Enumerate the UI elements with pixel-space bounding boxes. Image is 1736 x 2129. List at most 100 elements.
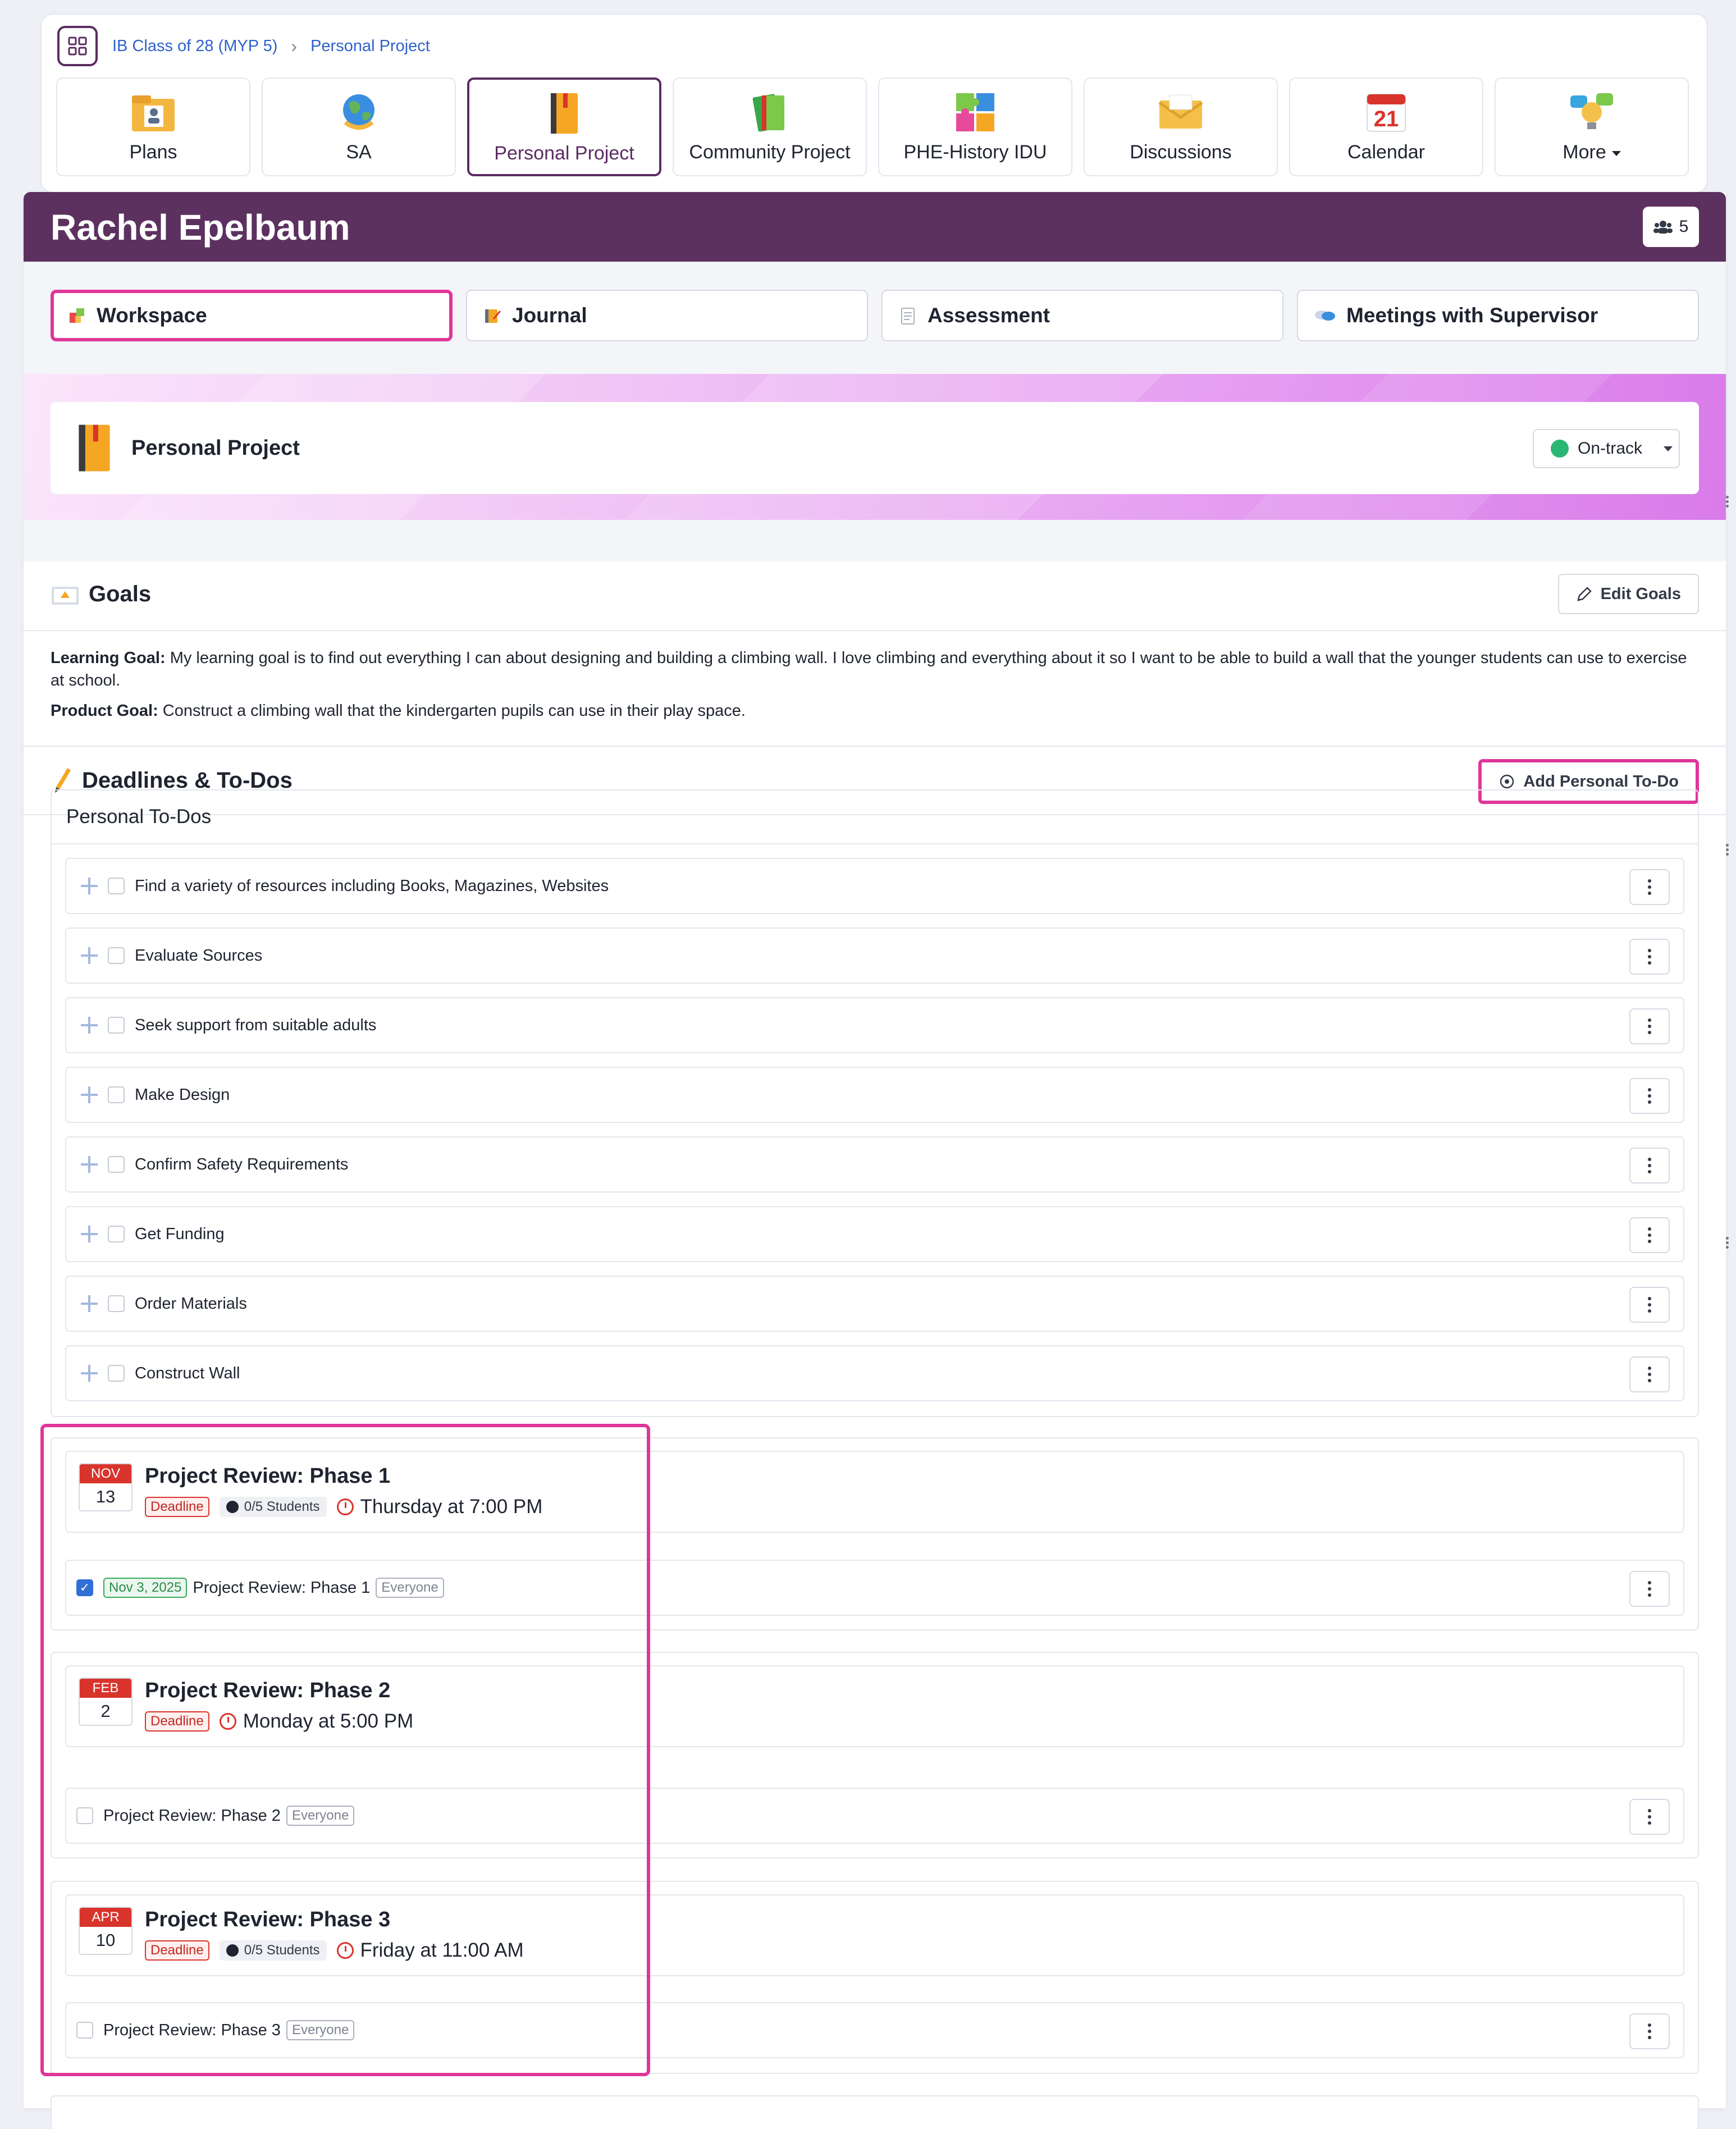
deadline-card[interactable]: APR 10 Project Review: Phase 3 Deadline … [65, 1894, 1684, 1976]
task-checkbox[interactable] [76, 1807, 93, 1824]
drag-handle-icon[interactable] [81, 1295, 98, 1312]
tab-label: Calendar [1347, 141, 1425, 163]
todo-checkbox[interactable] [108, 947, 125, 964]
edge-handle [1726, 1235, 1734, 1250]
learning-goal: Learning Goal: My learning goal is to fi… [51, 647, 1699, 692]
deadline-card[interactable]: FEB 2 Project Review: Phase 2 Deadline M… [65, 1665, 1684, 1747]
task-checkbox[interactable]: ✓ [76, 1579, 93, 1596]
edit-goals-label: Edit Goals [1600, 584, 1681, 603]
clock-icon [226, 1501, 239, 1513]
status-label: On-track [1578, 439, 1643, 458]
todo-checkbox[interactable] [108, 1365, 125, 1382]
status-dropdown[interactable]: On-track [1533, 429, 1680, 468]
tab-sa[interactable]: SA [262, 77, 456, 176]
more-options-button[interactable] [1629, 1356, 1670, 1392]
todo-item: Construct Wall [65, 1345, 1684, 1401]
drag-handle-icon[interactable] [81, 1156, 98, 1173]
tab-plans[interactable]: Plans [56, 77, 250, 176]
breadcrumb-class-link[interactable]: IB Class of 28 (MYP 5) [112, 37, 277, 56]
more-options-button[interactable] [1629, 1148, 1670, 1184]
learning-goal-label: Learning Goal: [51, 649, 166, 667]
chevron-right-icon: › [291, 36, 298, 56]
todo-label: Get Funding [135, 1225, 225, 1243]
tab-meetings-with-supervisor[interactable]: Meetings with Supervisor [1297, 290, 1699, 341]
more-options-button[interactable] [1629, 939, 1670, 975]
journal-icon [485, 309, 501, 323]
group-icon [1653, 221, 1673, 234]
deadline-task-row: Project Review: Phase 2 Everyone [65, 1788, 1684, 1844]
books-icon [746, 90, 794, 135]
deadline-time-text: Thursday at 7:00 PM [360, 1496, 543, 1518]
drag-handle-icon[interactable] [81, 1226, 98, 1242]
tab-more[interactable]: More [1495, 77, 1689, 176]
personal-todos-list: Personal To-Dos Find a variety of resour… [51, 789, 1699, 1417]
deadline-card[interactable]: NOV 13 Project Review: Phase 1 Deadline … [65, 1451, 1684, 1533]
more-options-button[interactable] [1629, 1217, 1670, 1253]
more-options-button[interactable] [1629, 1008, 1670, 1044]
deadline-task-row: Project Review: Phase 3 Everyone [65, 2002, 1684, 2058]
more-options-button[interactable] [1629, 869, 1670, 905]
todo-checkbox[interactable] [108, 1086, 125, 1103]
tab-community-project[interactable]: Community Project [673, 77, 867, 176]
tab-label: Plans [129, 141, 177, 163]
plans-icon [129, 90, 177, 135]
deadline-badge: Deadline [145, 1497, 209, 1517]
more-options-button[interactable] [1629, 2013, 1670, 2049]
task-label: Project Review: Phase 2 [103, 1806, 281, 1825]
deadline-time: Monday at 5:00 PM [219, 1710, 413, 1733]
tab-label: Discussions [1130, 141, 1232, 163]
project-title-card: Personal Project On-track [51, 402, 1699, 494]
alarm-clock-icon [336, 1498, 354, 1515]
drag-handle-icon[interactable] [81, 1017, 98, 1034]
students-count: 0/5 Students [244, 1499, 320, 1514]
deadline-time: Thursday at 7:00 PM [336, 1496, 543, 1518]
date-month: NOV [80, 1464, 131, 1483]
members-button[interactable]: 5 [1643, 207, 1699, 247]
tab-personal-project[interactable]: Personal Project [467, 77, 661, 176]
task-checkbox[interactable] [76, 2022, 93, 2039]
todo-label: Make Design [135, 1085, 230, 1104]
todo-checkbox[interactable] [108, 1295, 125, 1312]
deadline-group: NOV 13 Project Review: Phase 1 Deadline … [51, 1437, 1699, 1630]
alarm-clock-icon [336, 1942, 354, 1959]
module-tabs: Plans SA Personal Project Community Proj… [56, 77, 1689, 176]
todo-item: Confirm Safety Requirements [65, 1136, 1684, 1193]
more-options-button[interactable] [1629, 1287, 1670, 1323]
tab-workspace[interactable]: Workspace [51, 290, 453, 341]
tab-journal[interactable]: Journal [466, 290, 868, 341]
deadline-group: APR 10 Project Review: Phase 3 Deadline … [51, 1881, 1699, 2074]
puzzle-icon [951, 90, 999, 135]
tab-calendar[interactable]: 21 Calendar [1289, 77, 1483, 176]
todo-checkbox[interactable] [108, 878, 125, 894]
todo-checkbox[interactable] [108, 1156, 125, 1173]
app-grid-icon[interactable] [57, 26, 98, 66]
deadline-group [51, 2095, 1699, 2129]
drag-handle-icon[interactable] [81, 947, 98, 964]
deadline-badge: Deadline [145, 1940, 209, 1961]
todo-checkbox[interactable] [108, 1226, 125, 1242]
breadcrumb-current[interactable]: Personal Project [310, 37, 430, 56]
tab-discussions[interactable]: Discussions [1084, 77, 1278, 176]
drag-handle-icon[interactable] [81, 878, 98, 894]
date-day: 2 [100, 1701, 111, 1721]
more-options-button[interactable] [1629, 1078, 1670, 1114]
drag-handle-icon[interactable] [81, 1086, 98, 1103]
edit-goals-button[interactable]: Edit Goals [1557, 574, 1699, 614]
project-title: Personal Project [131, 436, 300, 460]
drag-handle-icon[interactable] [81, 1365, 98, 1382]
todo-checkbox[interactable] [108, 1017, 125, 1034]
learning-goal-text: My learning goal is to find out everythi… [51, 649, 1687, 689]
date-badge: NOV 13 [79, 1463, 133, 1511]
tab-phe-history-idu[interactable]: PHE-History IDU [878, 77, 1072, 176]
more-options-button[interactable] [1629, 1799, 1670, 1835]
caret-down-icon [1664, 446, 1673, 451]
tab-assessment[interactable]: Assessment [881, 290, 1283, 341]
date-day: 13 [95, 1487, 116, 1506]
more-options-button[interactable] [1629, 1571, 1670, 1607]
product-goal: Product Goal: Construct a climbing wall … [51, 700, 1699, 722]
sub-tabs: Workspace Journal Assessment Meetings wi… [51, 290, 1699, 341]
todo-label: Order Materials [135, 1294, 247, 1313]
chat-bubbles-icon [1315, 310, 1335, 321]
date-badge: FEB 2 [79, 1678, 133, 1726]
tab-label: More [1563, 141, 1621, 163]
